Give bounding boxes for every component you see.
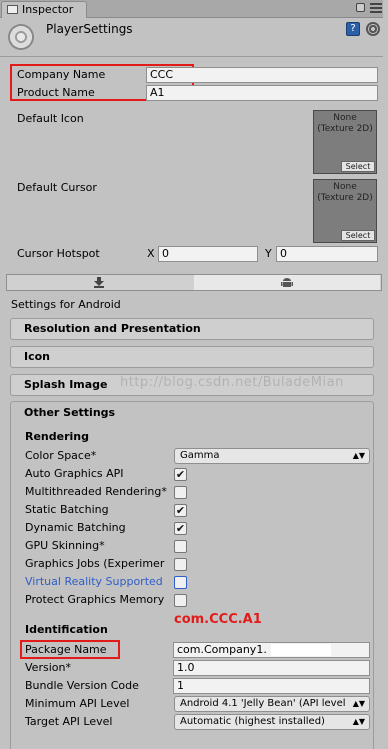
tab-standalone[interactable] — [7, 275, 193, 290]
target-api-level-label: Target API Level — [25, 715, 113, 728]
page-title: PlayerSettings — [46, 22, 133, 36]
multithreaded-rendering-checkbox[interactable] — [174, 486, 187, 499]
download-icon — [94, 277, 104, 288]
identification-heading: Identification — [25, 623, 108, 636]
section-other-settings[interactable]: Other Settings — [24, 406, 115, 419]
hotspot-y-label: Y — [265, 247, 272, 260]
checkmark-icon: ✔ — [175, 468, 186, 481]
version-field[interactable]: 1.0 — [173, 660, 370, 676]
virtual-reality-supported-label: Virtual Reality Supported — [25, 575, 163, 588]
bundle-version-code-label: Bundle Version Code — [25, 679, 139, 692]
static-batching-label: Static Batching — [25, 503, 109, 516]
minimum-api-level-dropdown[interactable]: Android 4.1 'Jelly Bean' (API level ▲▼ — [174, 696, 370, 712]
protect-graphics-memory-checkbox[interactable] — [174, 594, 187, 607]
dropdown-arrow-icon: ▲▼ — [352, 451, 365, 460]
color-space-dropdown[interactable]: Gamma ▲▼ — [174, 448, 370, 464]
product-name-field[interactable]: A1 — [146, 85, 378, 101]
section-icon[interactable]: Icon — [10, 346, 374, 368]
static-batching-checkbox[interactable]: ✔ — [174, 504, 187, 517]
settings-for-label: Settings for Android — [11, 298, 121, 311]
default-icon-label: Default Icon — [17, 112, 84, 125]
virtual-reality-supported-checkbox[interactable] — [174, 576, 187, 589]
dropdown-arrow-icon: ▲▼ — [352, 717, 365, 726]
package-name-field[interactable]: com.Company1. — [173, 642, 370, 658]
auto-graphics-api-label: Auto Graphics API — [25, 467, 124, 480]
default-icon-select-button[interactable]: Select — [341, 161, 375, 172]
tab-android[interactable] — [194, 275, 380, 290]
multithreaded-rendering-label: Multithreaded Rendering* — [25, 485, 167, 498]
gpu-skinning-label: GPU Skinning* — [25, 539, 105, 552]
color-space-label: Color Space* — [25, 449, 97, 462]
minimum-api-level-label: Minimum API Level — [25, 697, 130, 710]
cursor-hotspot-label: Cursor Hotspot — [17, 247, 100, 260]
section-resolution-presentation[interactable]: Resolution and Presentation — [10, 318, 374, 340]
watermark: http://blog.csdn.net/BuladeMian — [120, 375, 344, 390]
platform-tabs — [6, 274, 382, 291]
default-cursor-texture-text: None (Texture 2D) — [317, 182, 373, 203]
bundle-version-code-field[interactable]: 1 — [173, 678, 370, 694]
target-api-level-value: Automatic (highest installed) — [180, 716, 325, 727]
annotation-package-hint: com.CCC.A1 — [174, 612, 262, 627]
dynamic-batching-label: Dynamic Batching — [25, 521, 126, 534]
dropdown-arrow-icon: ▲▼ — [350, 697, 365, 711]
hotspot-y-field[interactable]: 0 — [276, 246, 378, 262]
cog-icon[interactable] — [366, 22, 380, 36]
version-label: Version* — [25, 661, 71, 674]
hotspot-x-label: X — [147, 247, 155, 260]
company-name-field[interactable]: CCC — [146, 67, 378, 83]
graphics-jobs-experimer-checkbox[interactable] — [174, 558, 187, 571]
android-icon — [281, 278, 293, 287]
target-api-level-dropdown[interactable]: Automatic (highest installed) ▲▼ — [174, 714, 370, 730]
hotspot-x-field[interactable]: 0 — [158, 246, 258, 262]
color-space-value: Gamma — [180, 450, 220, 461]
default-cursor-select-button[interactable]: Select — [341, 230, 375, 241]
default-icon-texture-slot[interactable]: None (Texture 2D) Select — [313, 110, 377, 174]
package-name-redaction — [271, 644, 331, 656]
scrollbar[interactable] — [383, 0, 388, 749]
default-icon-texture-text: None (Texture 2D) — [317, 113, 373, 134]
lock-icon[interactable] — [356, 3, 365, 12]
default-cursor-texture-slot[interactable]: None (Texture 2D) Select — [313, 179, 377, 243]
package-name-label: Package Name — [25, 643, 107, 656]
auto-graphics-api-checkbox[interactable]: ✔ — [174, 468, 187, 481]
tab-inspector[interactable]: Inspector — [1, 1, 87, 18]
checkmark-icon: ✔ — [175, 522, 186, 535]
menu-icon[interactable] — [370, 3, 382, 13]
company-name-label: Company Name — [17, 68, 106, 81]
default-cursor-label: Default Cursor — [17, 181, 97, 194]
protect-graphics-memory-label: Protect Graphics Memory — [25, 593, 165, 606]
dynamic-batching-checkbox[interactable]: ✔ — [174, 522, 187, 535]
header-divider — [0, 56, 388, 57]
gpu-skinning-checkbox[interactable] — [174, 540, 187, 553]
inspector-icon — [7, 5, 18, 14]
checkmark-icon: ✔ — [175, 504, 186, 517]
rendering-heading: Rendering — [25, 430, 89, 443]
graphics-jobs-experimer-label: Graphics Jobs (Experimer — [25, 557, 165, 570]
window-tab-bar: Inspector — [0, 0, 388, 18]
help-icon[interactable]: ? — [346, 22, 360, 36]
package-name-value: com.Company1. — [177, 643, 267, 656]
minimum-api-level-value: Android 4.1 'Jelly Bean' (API level — [180, 698, 346, 709]
product-name-label: Product Name — [17, 86, 95, 99]
tab-inspector-label: Inspector — [22, 3, 74, 16]
settings-gear-icon — [8, 24, 34, 50]
